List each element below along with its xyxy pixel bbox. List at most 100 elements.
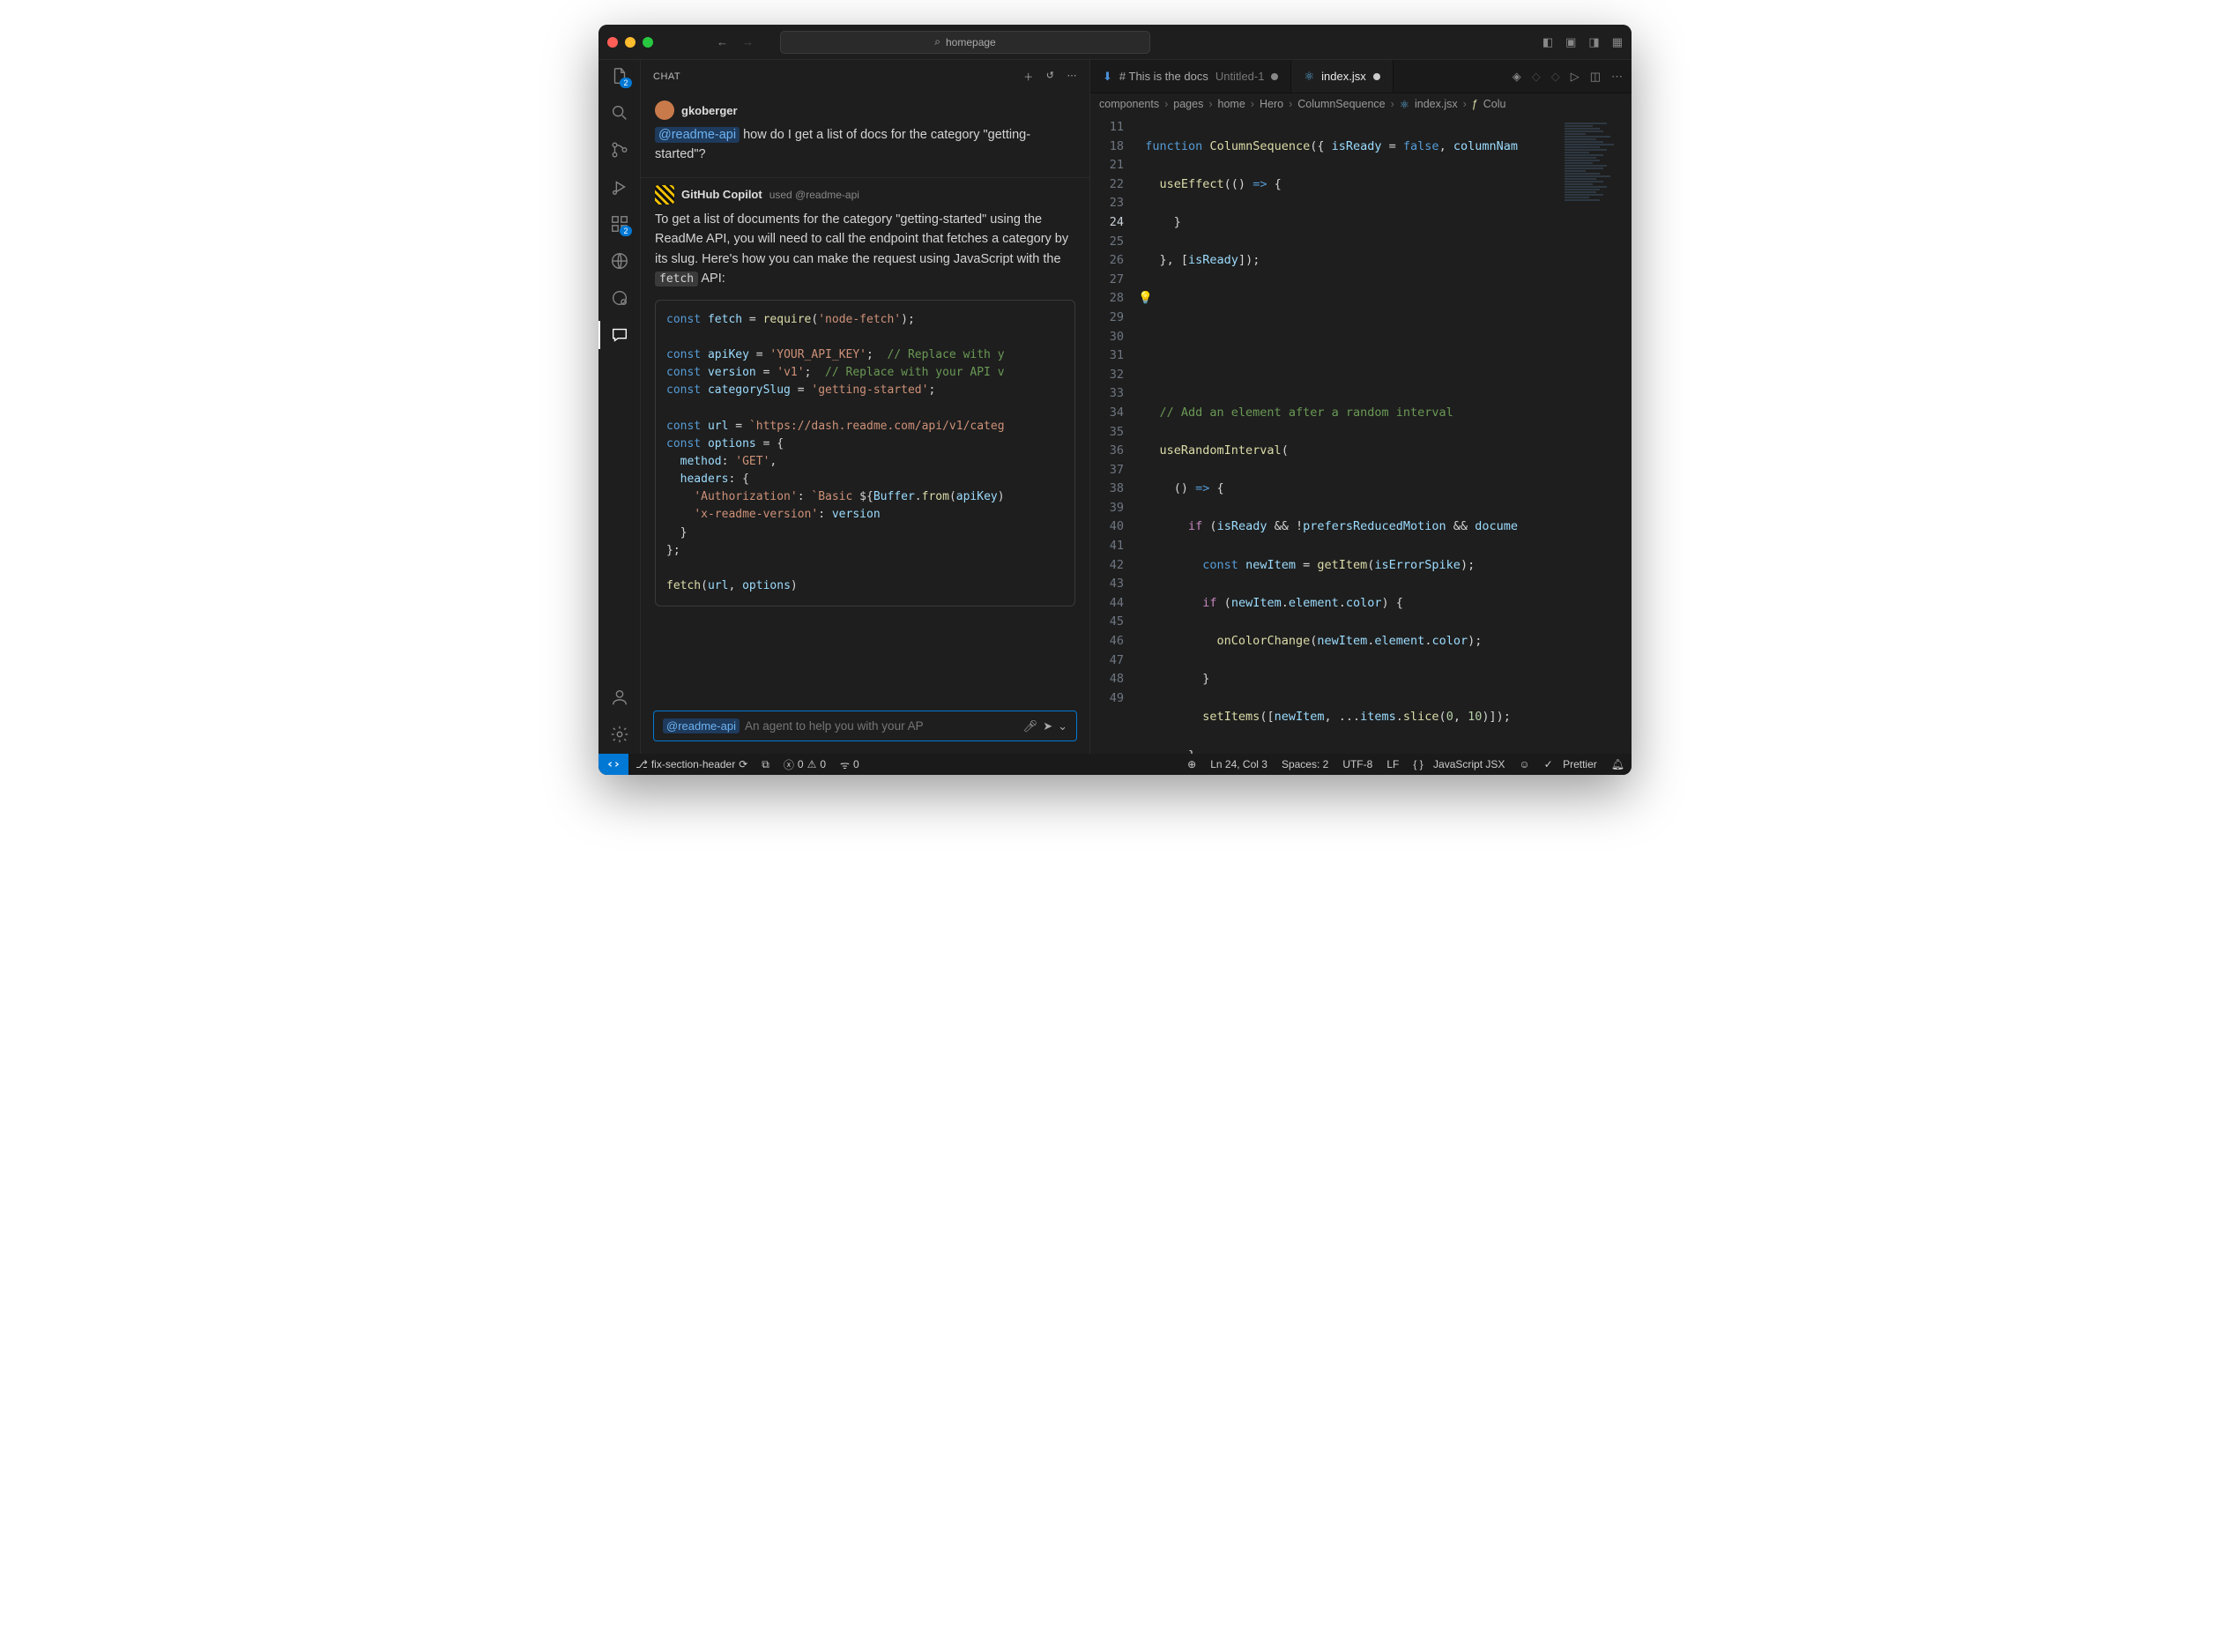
extensions-icon[interactable]: 2 xyxy=(609,213,630,234)
encoding-status[interactable]: UTF-8 xyxy=(1335,758,1379,770)
more-icon[interactable]: ⋯ xyxy=(1067,70,1078,84)
modified-dot-icon xyxy=(1373,73,1380,80)
mic-icon[interactable]: 🎤︎ xyxy=(1023,719,1038,733)
eol-status[interactable]: LF xyxy=(1379,758,1406,770)
copilot-status[interactable]: ☺ xyxy=(1512,758,1536,770)
broadcast-icon: ᯤ xyxy=(840,757,850,772)
cursor-status[interactable]: Ln 24, Col 3 xyxy=(1203,758,1275,770)
notifications-status[interactable]: 🔔︎ xyxy=(1604,758,1632,770)
spaces-status[interactable]: Spaces: 2 xyxy=(1275,758,1335,770)
tab-label: index.jsx xyxy=(1321,70,1366,83)
history-icon[interactable]: ↺ xyxy=(1046,70,1055,84)
chat-input[interactable]: @readme-api 🎤︎ ➤ ⌄ xyxy=(653,711,1077,741)
next-change-icon[interactable]: ◇ xyxy=(1551,70,1560,84)
check-icon: ✓ xyxy=(1544,758,1553,770)
input-mention: @readme-api xyxy=(663,718,740,733)
language-status[interactable]: { } JavaScript JSX xyxy=(1406,758,1512,770)
split-editor-icon[interactable]: ◫ xyxy=(1590,70,1601,84)
account-icon[interactable] xyxy=(609,687,630,708)
tab-docs[interactable]: ⬇ # This is the docs Untitled-1 xyxy=(1090,60,1291,93)
layout-panel-icon[interactable]: ▣ xyxy=(1565,35,1576,49)
radio-status[interactable]: ᯤ0 xyxy=(833,757,866,772)
user-name: gkoberger xyxy=(681,104,738,117)
bell-icon: 🔔︎ xyxy=(1611,758,1624,770)
close-window[interactable] xyxy=(607,37,618,48)
breadcrumb[interactable]: components› pages› home› Hero› ColumnSeq… xyxy=(1090,93,1632,115)
zoom-status[interactable]: ⊕ xyxy=(1180,758,1203,770)
editor-group: ⬇ # This is the docs Untitled-1 ⚛ index.… xyxy=(1090,60,1632,754)
modified-dot-icon xyxy=(1271,73,1278,80)
assistant-name: GitHub Copilot xyxy=(681,188,762,201)
run-icon[interactable]: ▷ xyxy=(1571,70,1580,84)
titlebar-actions: ◧ ▣ ◨ ▦ xyxy=(1542,35,1623,49)
editor-tabs: ⬇ # This is the docs Untitled-1 ⚛ index.… xyxy=(1090,60,1632,93)
layout-customize-icon[interactable]: ▦ xyxy=(1612,35,1623,49)
used-agent-label: used @readme-api xyxy=(769,189,859,201)
explorer-icon[interactable]: 2 xyxy=(609,65,630,86)
more-editor-icon[interactable]: ⋯ xyxy=(1611,70,1623,84)
search-icon: ⌕ xyxy=(934,35,940,48)
chat-input-field[interactable] xyxy=(745,719,1018,733)
remote-explorer-icon[interactable] xyxy=(609,250,630,272)
send-menu-icon[interactable]: ⌄ xyxy=(1058,719,1067,733)
activity-bar: 2 2 xyxy=(598,60,641,754)
copilot-icon: ☺ xyxy=(1519,758,1529,770)
remote-button[interactable] xyxy=(598,754,628,775)
maximize-window[interactable] xyxy=(643,37,653,48)
tab-label: # This is the docs xyxy=(1119,70,1208,83)
warning-icon: ⚠ xyxy=(807,758,817,770)
chat-title: CHAT xyxy=(653,71,680,82)
nav-back-icon[interactable]: ← xyxy=(717,35,728,48)
testing-icon[interactable] xyxy=(609,287,630,309)
ports-status[interactable]: ⧉ xyxy=(754,758,777,771)
prettier-status[interactable]: ✓ Prettier xyxy=(1537,758,1604,770)
user-message-text: @readme-api how do I get a list of docs … xyxy=(655,125,1075,165)
sync-icon: ⟳ xyxy=(739,758,747,770)
prev-change-icon[interactable]: ◇ xyxy=(1532,70,1541,84)
layout-primary-icon[interactable]: ◧ xyxy=(1542,35,1553,49)
nav-forward-icon[interactable]: → xyxy=(742,35,754,48)
branch-status[interactable]: ⎇ fix-section-header ⟳ xyxy=(628,758,754,770)
extensions-badge: 2 xyxy=(620,226,631,236)
explorer-badge: 2 xyxy=(620,78,631,88)
zoom-icon: ⊕ xyxy=(1187,758,1196,770)
new-chat-icon[interactable]: ＋ xyxy=(1023,70,1034,84)
user-avatar xyxy=(655,100,674,120)
send-icon[interactable]: ➤ xyxy=(1043,719,1052,733)
vscode-window: ← → ⌕ homepage ◧ ▣ ◨ ▦ 2 xyxy=(598,25,1632,775)
settings-gear-icon[interactable] xyxy=(609,724,630,745)
braces-icon: { } xyxy=(1413,758,1423,770)
problems-status[interactable]: ⓧ0 ⚠0 xyxy=(777,757,833,772)
chat-panel: CHAT ＋ ↺ ⋯ gkoberger @readme-api how do … xyxy=(641,60,1090,754)
layout-secondary-icon[interactable]: ◨ xyxy=(1588,35,1599,49)
react-icon: ⚛ xyxy=(1304,70,1314,84)
plug-icon: ⧉ xyxy=(762,758,769,771)
minimize-window[interactable] xyxy=(625,37,636,48)
code-text[interactable]: function ColumnSequence({ isReady = fals… xyxy=(1131,115,1632,754)
assistant-message: GitHub Copilot used @readme-api To get a… xyxy=(641,178,1089,619)
command-center[interactable]: ⌕ homepage xyxy=(780,31,1150,54)
titlebar: ← → ⌕ homepage ◧ ▣ ◨ ▦ xyxy=(598,25,1632,60)
tab-suffix: Untitled-1 xyxy=(1215,70,1265,83)
compare-icon[interactable]: ◈ xyxy=(1513,70,1521,84)
chat-icon[interactable] xyxy=(609,324,630,346)
code-editor[interactable]: 1118212223242526272829303132333435363738… xyxy=(1090,115,1632,754)
chat-messages[interactable]: gkoberger @readme-api how do I get a lis… xyxy=(641,93,1089,703)
tab-index-jsx[interactable]: ⚛ index.jsx xyxy=(1291,60,1393,93)
run-debug-icon[interactable] xyxy=(609,176,630,197)
minimap[interactable] xyxy=(1561,115,1632,754)
search-text: homepage xyxy=(946,36,996,48)
branch-icon: ⎇ xyxy=(636,758,648,770)
error-icon: ⓧ xyxy=(784,757,794,772)
copilot-avatar-icon xyxy=(655,185,674,205)
nav-arrows: ← → xyxy=(717,35,754,48)
source-control-icon[interactable] xyxy=(609,139,630,160)
line-gutter: 1118212223242526272829303132333435363738… xyxy=(1090,115,1131,754)
chat-header: CHAT ＋ ↺ ⋯ xyxy=(641,60,1089,93)
window-controls xyxy=(607,37,653,48)
mention: @readme-api xyxy=(655,127,740,143)
status-bar: ⎇ fix-section-header ⟳ ⧉ ⓧ0 ⚠0 ᯤ0 ⊕ Ln 2… xyxy=(598,754,1632,775)
code-sample[interactable]: const fetch = require('node-fetch'); con… xyxy=(655,300,1075,606)
user-message: gkoberger @readme-api how do I get a lis… xyxy=(641,93,1089,178)
search-activity-icon[interactable] xyxy=(609,102,630,123)
